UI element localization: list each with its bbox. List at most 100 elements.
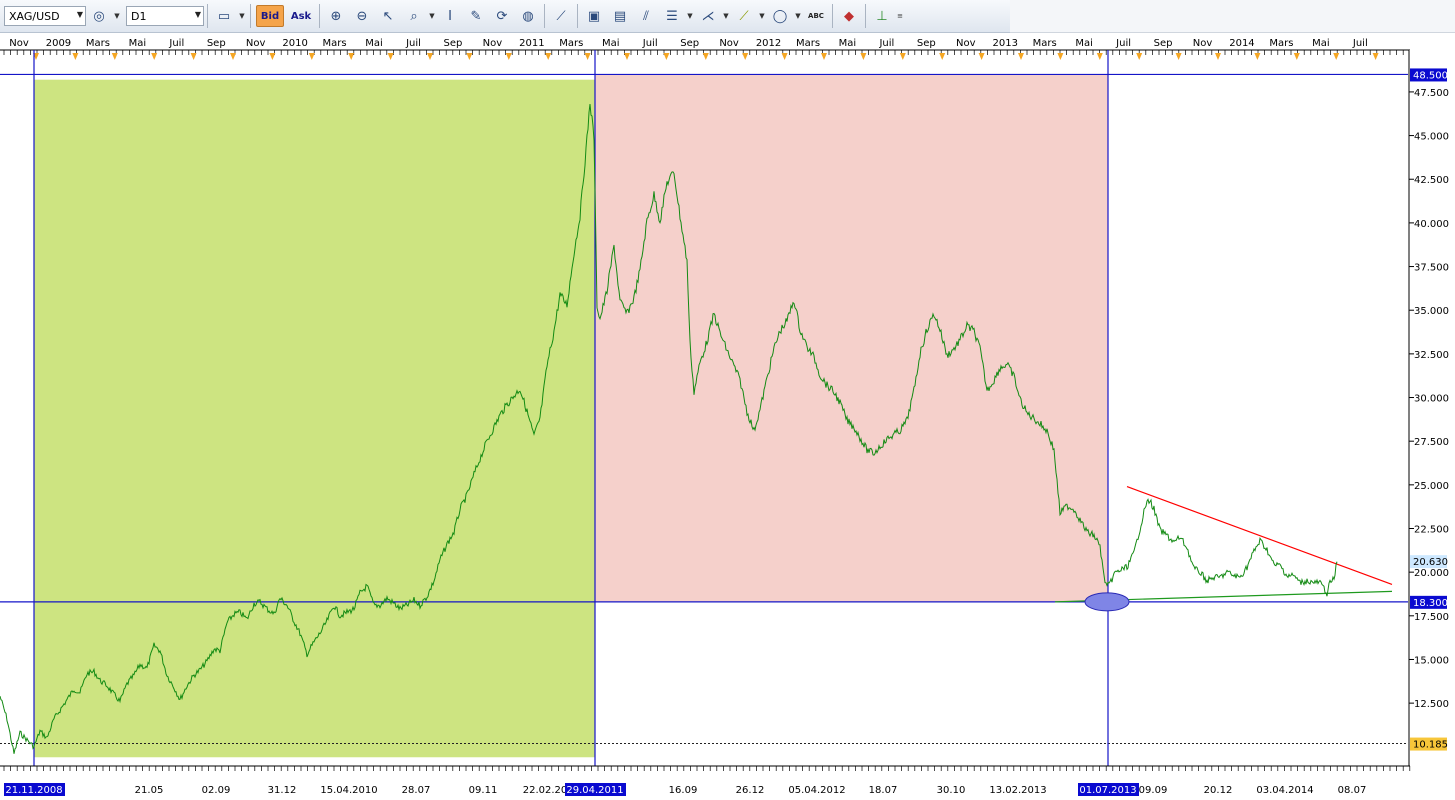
top-axis-label: Nov xyxy=(1193,38,1213,49)
zoom-out-icon[interactable]: ⊖ xyxy=(351,5,373,27)
price-label-text: 20.630 xyxy=(1413,557,1448,568)
top-axis-label: Mai xyxy=(839,38,857,49)
cursor-icon[interactable]: ↖ xyxy=(377,5,399,27)
horizontal-lines-icon[interactable]: ☰ xyxy=(661,5,683,27)
event-marker-icon xyxy=(505,53,512,60)
bottom-axis-label: 31.12 xyxy=(268,785,297,796)
toolbar-separator xyxy=(544,4,545,28)
downtrend-zone xyxy=(595,74,1108,602)
event-marker-icon xyxy=(821,53,827,60)
ruler-icon[interactable]: ⟋ xyxy=(550,5,572,27)
top-axis-label: Mars xyxy=(1033,38,1057,49)
top-axis-label: Mars xyxy=(86,38,110,49)
menu-icon[interactable]: ≡ xyxy=(895,5,905,27)
event-marker-icon xyxy=(742,53,749,60)
event-marker-icon xyxy=(663,53,670,60)
top-axis-label: Mai xyxy=(1312,38,1330,49)
image-icon[interactable]: ▣ xyxy=(583,5,605,27)
crosshair-icon[interactable]: Ⅰ xyxy=(439,5,461,27)
glasses-icon[interactable]: ◎ xyxy=(88,5,110,27)
text-icon[interactable]: ABC xyxy=(805,5,827,27)
hierarchy-icon[interactable]: ⊥ xyxy=(871,5,893,27)
chevron-down-icon[interactable]: ▼ xyxy=(112,5,122,27)
right-axis-label: 12.500 xyxy=(1414,699,1449,710)
edit-icon[interactable]: ✎ xyxy=(465,5,487,27)
top-axis-label: Mai xyxy=(1075,38,1093,49)
event-marker-icon xyxy=(427,53,433,60)
bottom-axis-label: 15.04.2010 xyxy=(320,785,377,796)
timeframe-select[interactable]: D1 ▼ xyxy=(126,6,204,26)
uptrend-zone xyxy=(34,79,595,758)
ask-button[interactable]: Ask xyxy=(288,5,314,27)
right-axis-label: 42.500 xyxy=(1414,175,1449,186)
ellipse-icon[interactable]: ◯ xyxy=(769,5,791,27)
event-marker-icon xyxy=(584,53,591,60)
chevron-down-icon[interactable]: ▼ xyxy=(757,5,767,27)
right-axis-label: 40.000 xyxy=(1414,219,1449,230)
chevron-down-icon[interactable]: ▼ xyxy=(427,5,437,27)
toolbar-empty-area xyxy=(1010,0,1455,33)
event-marker-icon xyxy=(190,53,197,60)
fan-icon[interactable]: ⋌ xyxy=(697,5,719,27)
right-axis-label: 25.000 xyxy=(1414,481,1449,492)
zoom-region-icon[interactable]: ⌕ xyxy=(403,5,425,27)
bottom-axis-label: 22.02.20 xyxy=(523,785,568,796)
bottom-axis-label: 26.12 xyxy=(736,785,765,796)
top-axis-label: 2014 xyxy=(1229,38,1254,49)
ellipse-annotation xyxy=(1084,592,1130,612)
event-marker-icon xyxy=(899,53,906,60)
chevron-down-icon[interactable]: ▼ xyxy=(793,5,803,27)
event-marker-icon xyxy=(151,53,158,60)
chevron-down-icon[interactable]: ▼ xyxy=(685,5,695,27)
event-marker-icon xyxy=(939,53,946,60)
bottom-axis-label: 20.12 xyxy=(1204,785,1233,796)
right-axis-label: 15.000 xyxy=(1414,655,1449,666)
right-axis-label: 32.500 xyxy=(1414,350,1449,361)
right-axis-label: 45.000 xyxy=(1414,132,1449,143)
event-marker-icon xyxy=(624,53,630,60)
event-marker-icon xyxy=(702,53,709,60)
event-marker-icon xyxy=(1333,53,1340,60)
bottom-axis-label: 09.11 xyxy=(469,785,498,796)
eraser-icon[interactable]: ◆ xyxy=(838,5,860,27)
event-marker-icon xyxy=(230,53,236,60)
right-axis-label: 37.500 xyxy=(1414,263,1449,274)
window-icon[interactable]: ▤ xyxy=(609,5,631,27)
top-axis-label: 2009 xyxy=(46,38,71,49)
zoom-in-icon[interactable]: ⊕ xyxy=(325,5,347,27)
event-marker-icon xyxy=(1018,53,1024,60)
top-axis-label: Mars xyxy=(796,38,820,49)
top-axis-label: Mars xyxy=(559,38,583,49)
right-axis-label: 47.500 xyxy=(1414,88,1449,99)
chevron-down-icon[interactable]: ▼ xyxy=(721,5,731,27)
parallel-lines-icon[interactable]: ⫽ xyxy=(635,5,657,27)
line-chart-icon[interactable]: ▭ xyxy=(213,5,235,27)
symbol-select[interactable]: XAG/USD ▼ xyxy=(4,6,86,26)
bid-button[interactable]: Bid xyxy=(256,5,284,27)
top-axis-label: Sep xyxy=(207,38,226,49)
top-axis-label: 2011 xyxy=(519,38,544,49)
chevron-down-icon: ▼ xyxy=(194,10,201,19)
event-marker-icon xyxy=(466,53,473,60)
event-marker-icon xyxy=(1254,53,1261,60)
globe-icon[interactable]: ◍ xyxy=(517,5,539,27)
top-axis-label: Sep xyxy=(1154,38,1173,49)
event-marker-icon xyxy=(1057,53,1064,60)
right-axis-label: 27.500 xyxy=(1414,437,1449,448)
top-axis-label: Mai xyxy=(365,38,383,49)
trendline-icon[interactable]: ⟋ xyxy=(733,5,755,27)
event-marker-icon xyxy=(348,53,355,60)
refresh-icon[interactable]: ⟳ xyxy=(491,5,513,27)
top-axis-label: Mai xyxy=(602,38,620,49)
right-axis-label: 30.000 xyxy=(1414,394,1449,405)
highlighted-date-label: 21.11.2008 xyxy=(5,785,62,796)
highlighted-date-label: 29.04.2011 xyxy=(566,785,623,796)
top-axis-label: Sep xyxy=(680,38,699,49)
top-axis-label: Juil xyxy=(405,38,421,49)
chevron-down-icon[interactable]: ▼ xyxy=(237,5,247,27)
top-axis-label: Mai xyxy=(129,38,147,49)
price-chart[interactable]: Nov 2009 Mars Mai Juil Sep Nov 2010 Mars Mai Juil S… xyxy=(0,33,1455,800)
bottom-axis-label: 13.02.2013 xyxy=(989,785,1046,796)
right-axis-label: 20.000 xyxy=(1414,568,1449,579)
right-axis-label: 22.500 xyxy=(1414,524,1449,535)
